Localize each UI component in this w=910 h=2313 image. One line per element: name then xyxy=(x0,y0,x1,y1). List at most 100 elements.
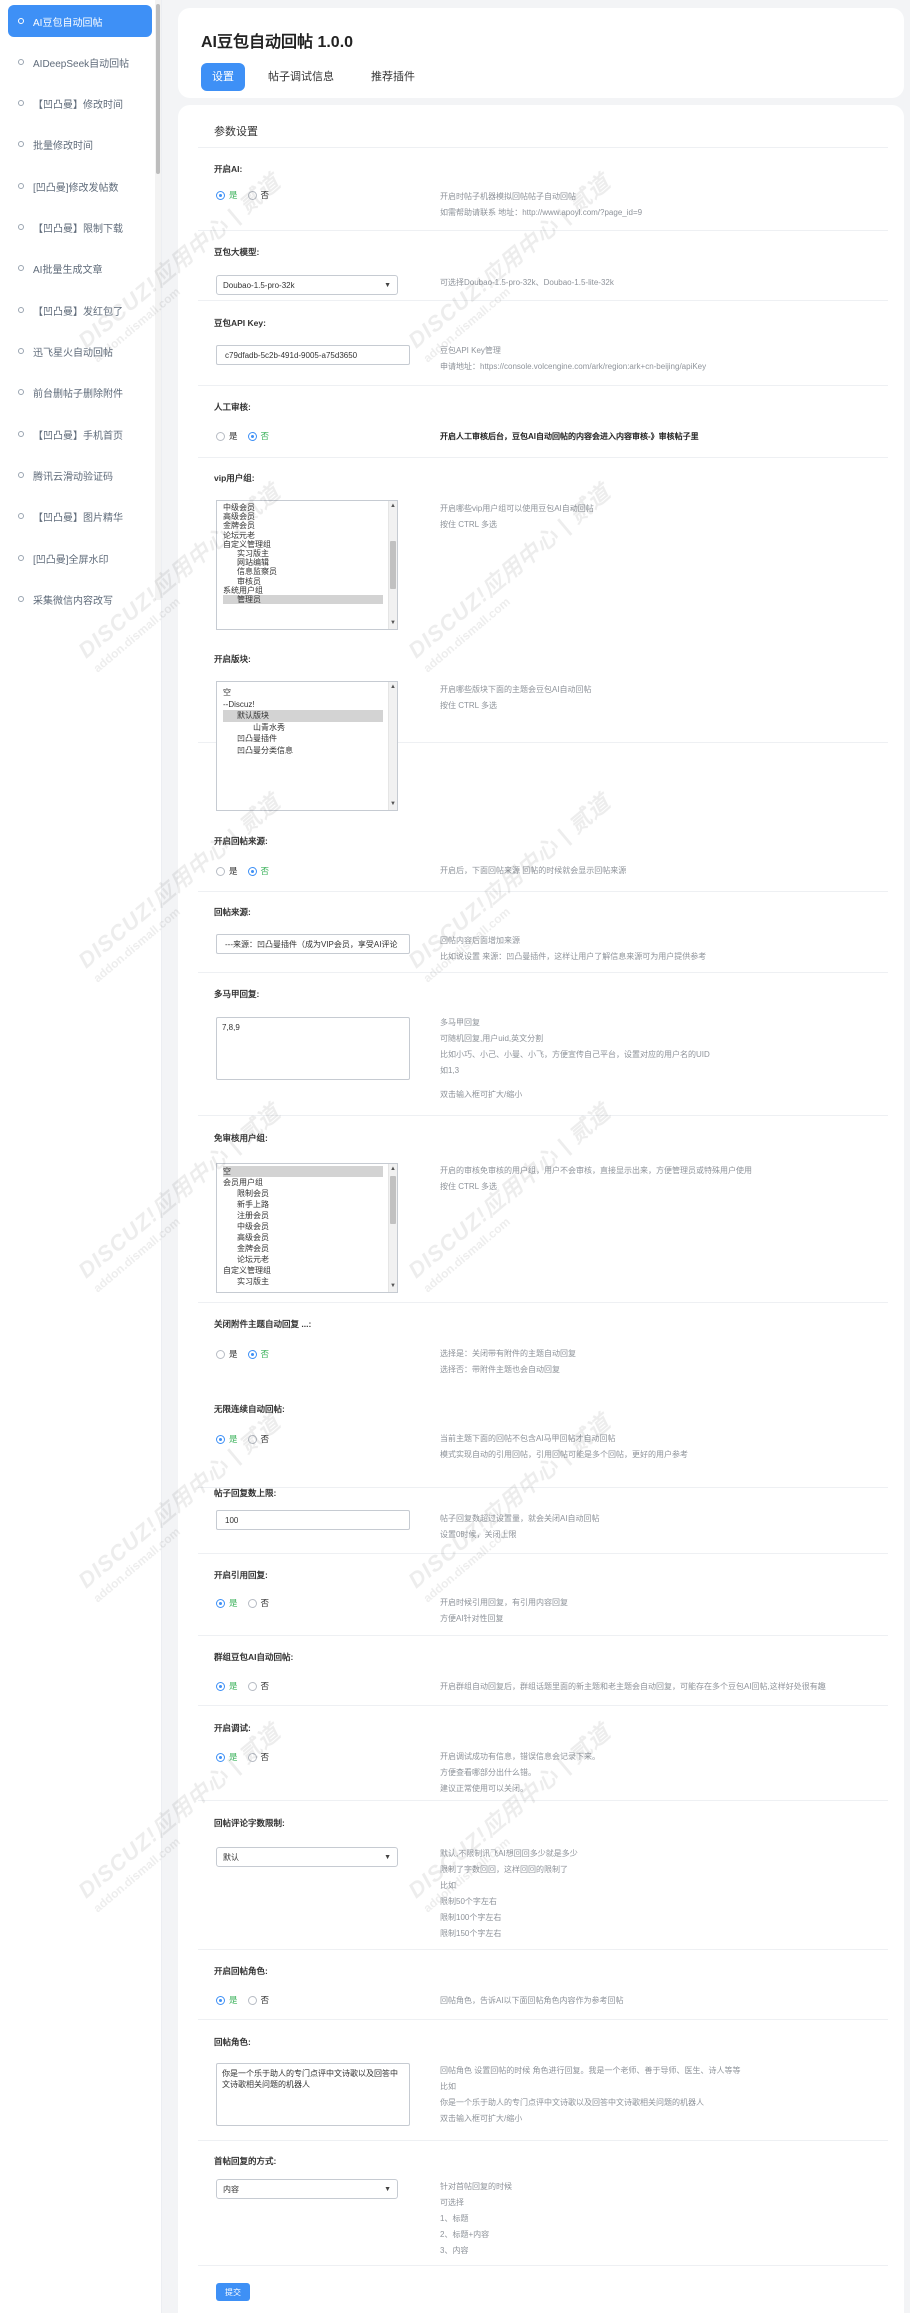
radio-unchecked-icon xyxy=(216,431,225,441)
desc-line: 开启时帖子机器模拟回帖帖子自动回帖 xyxy=(440,192,576,201)
reply-source-input[interactable]: ---来源：凹凸曼插件（成为VIP会员，享受AI评论 xyxy=(216,934,410,954)
listbox-option[interactable]: 自定义管理组 xyxy=(223,540,383,549)
forums-listbox[interactable]: 空 --Discuz! 默认版块 山青水秀 凹凸曼插件 凹凸曼分类信息 ▲ ▼ xyxy=(216,681,398,811)
desc-line: 按住 CTRL 多选 xyxy=(440,701,498,710)
listbox-scrollbar[interactable]: ▲ ▼ xyxy=(388,501,397,629)
manual-review-no[interactable]: 否 xyxy=(247,430,269,442)
listbox-option[interactable]: 审核员 xyxy=(223,577,383,586)
desc-line: 开启的审核免审核的用户组，用户不会审核，直接显示出来，方便管理员或特殊用户使用 xyxy=(440,1166,752,1175)
sidebar-item-watermark[interactable]: [凹凸曼]全屏水印 xyxy=(8,542,152,574)
model-select[interactable]: Doubao-1.5-pro-32k ▼ xyxy=(216,275,398,295)
sidebar-item-captcha[interactable]: 腾讯云滑动验证码 xyxy=(8,459,152,491)
arrow-up-icon[interactable]: ▲ xyxy=(390,1165,396,1174)
listbox-option[interactable]: 系统用户组 xyxy=(223,586,383,595)
listbox-option[interactable]: 论坛元老 xyxy=(223,531,383,540)
enable-ai-yes[interactable]: 是 xyxy=(216,189,238,201)
sidebar-item-wechat[interactable]: 采集微信内容改写 xyxy=(8,583,152,615)
role-toggle-yes[interactable]: 是 xyxy=(216,1994,238,2006)
sidebar-scrollbar[interactable] xyxy=(155,0,161,600)
listbox-option[interactable]: 山青水秀 xyxy=(223,722,383,734)
listbox-option[interactable]: 金牌会员 xyxy=(223,521,383,530)
listbox-option[interactable]: 自定义管理组 xyxy=(223,1265,383,1276)
radio-unchecked-icon xyxy=(247,1752,257,1762)
group-reply-yes[interactable]: 是 xyxy=(216,1680,238,1692)
continuous-reply-no[interactable]: 否 xyxy=(247,1433,269,1445)
sidebar-item-batch-time[interactable]: 批量修改时间 xyxy=(8,128,152,160)
reply-source-toggle-yes[interactable]: 是 xyxy=(216,865,238,877)
listbox-option[interactable]: 会员用户组 xyxy=(223,1177,383,1188)
api-key-input[interactable]: c79dfadb-5c2b-491d-9005-a75d3650 xyxy=(216,345,410,365)
max-replies-input[interactable]: 100 xyxy=(216,1510,410,1530)
arrow-down-icon[interactable]: ▼ xyxy=(390,619,396,628)
sidebar-item-xunfei[interactable]: 迅飞星火自动回帖 xyxy=(8,335,152,367)
listbox-option[interactable]: 凹凸曼分类信息 xyxy=(223,745,383,757)
sidebar-item-mobile-home[interactable]: 【凹凸曼】手机首页 xyxy=(8,418,152,450)
arrow-up-icon[interactable]: ▲ xyxy=(390,683,396,692)
word-limit-select[interactable]: 默认 ▼ xyxy=(216,1847,398,1867)
sidebar-scroll-thumb[interactable] xyxy=(156,4,160,174)
exempt-groups-listbox[interactable]: 空 会员用户组 限制会员 新手上路 注册会员 中级会员 高级会员 金牌会员 论坛… xyxy=(216,1163,398,1293)
listbox-option[interactable]: 中级会员 xyxy=(223,1221,383,1232)
sidebar-item-deepseek[interactable]: AIDeepSeek自动回帖 xyxy=(8,46,152,78)
listbox-option[interactable]: 高级会员 xyxy=(223,512,383,521)
radio-label: 是 xyxy=(229,1681,238,1691)
divider xyxy=(198,147,888,148)
listbox-option[interactable]: 中级会员 xyxy=(223,503,383,512)
listbox-option[interactable]: 空 xyxy=(223,1166,383,1177)
listbox-option[interactable]: 注册会员 xyxy=(223,1210,383,1221)
sidebar-item-ai-articles[interactable]: AI批量生成文章 xyxy=(8,252,152,284)
arrow-down-icon[interactable]: ▼ xyxy=(390,1282,396,1291)
vip-groups-listbox[interactable]: 中级会员 高级会员 金牌会员 论坛元老 自定义管理组 实习版主 网站编辑 信息监… xyxy=(216,500,398,630)
group-reply-no[interactable]: 否 xyxy=(247,1680,269,1692)
sidebar-item-image-digest[interactable]: 【凹凸曼】图片精华 xyxy=(8,500,152,532)
quote-reply-yes[interactable]: 是 xyxy=(216,1597,238,1609)
listbox-option[interactable]: 新手上路 xyxy=(223,1199,383,1210)
listbox-option[interactable]: 凹凸曼插件 xyxy=(223,733,383,745)
sidebar-item-post-count[interactable]: [凹凸曼]修改发帖数 xyxy=(8,170,152,202)
attach-topics-no[interactable]: 否 xyxy=(247,1348,269,1360)
listbox-option[interactable]: 实习版主 xyxy=(223,1276,383,1287)
circle-icon xyxy=(18,555,24,561)
reply-source-toggle-no[interactable]: 否 xyxy=(247,865,269,877)
sidebar-item-modify-time[interactable]: 【凹凸曼】修改时间 xyxy=(8,87,152,119)
listbox-option[interactable]: 论坛元老 xyxy=(223,1254,383,1265)
sidebar-item-limit-download[interactable]: 【凹凸曼】限制下载 xyxy=(8,211,152,243)
sidebar-item-ai-doubao[interactable]: AI豆包自动回帖 xyxy=(8,5,152,37)
arrow-up-icon[interactable]: ▲ xyxy=(390,502,396,511)
listbox-option[interactable]: 高级会员 xyxy=(223,1232,383,1243)
radio-checked-icon xyxy=(247,1349,257,1359)
role-textarea[interactable]: 你是一个乐于助人的专门点评中文诗歌以及回答中文诗歌相关问题的机器人 xyxy=(216,2063,410,2126)
listbox-option[interactable]: --Discuz! xyxy=(223,699,383,711)
debug-yes[interactable]: 是 xyxy=(216,1751,238,1763)
listbox-scrollbar[interactable]: ▲ ▼ xyxy=(388,1164,397,1292)
circle-icon xyxy=(18,472,24,478)
listbox-option[interactable]: 金牌会员 xyxy=(223,1243,383,1254)
quote-reply-no[interactable]: 否 xyxy=(247,1597,269,1609)
listbox-option[interactable]: 管理员 xyxy=(223,594,383,605)
tab-recommended[interactable]: 推荐插件 xyxy=(360,63,426,91)
debug-no[interactable]: 否 xyxy=(247,1751,269,1763)
continuous-reply-yes[interactable]: 是 xyxy=(216,1433,238,1445)
role-toggle-no[interactable]: 否 xyxy=(247,1994,269,2006)
listbox-option[interactable]: 空 xyxy=(223,687,383,699)
submit-button[interactable]: 提交 xyxy=(216,2283,250,2301)
listbox-option[interactable]: 网站编辑 xyxy=(223,558,383,567)
listbox-option[interactable]: 限制会员 xyxy=(223,1188,383,1199)
enable-ai-no[interactable]: 否 xyxy=(247,189,269,201)
listbox-option[interactable]: 默认版块 xyxy=(223,710,383,722)
sidebar-item-red-packet[interactable]: 【凹凸曼】发红包了 xyxy=(8,294,152,326)
scroll-thumb[interactable] xyxy=(390,541,396,589)
listbox-scrollbar[interactable]: ▲ ▼ xyxy=(388,682,397,810)
listbox-option[interactable]: 实习版主 xyxy=(223,549,383,558)
desc-line: 比如 xyxy=(440,1881,456,1890)
arrow-down-icon[interactable]: ▼ xyxy=(390,800,396,809)
manual-review-yes[interactable]: 是 xyxy=(216,430,238,442)
scroll-thumb[interactable] xyxy=(390,1176,396,1224)
listbox-option[interactable]: 信息监察员 xyxy=(223,567,383,576)
sidebar-item-delete-attach[interactable]: 前台删帖子删除附件 xyxy=(8,376,152,408)
tab-debug-info[interactable]: 帖子调试信息 xyxy=(257,63,345,91)
reply-mode-select[interactable]: 内容 ▼ xyxy=(216,2179,398,2199)
vest-textarea[interactable]: 7,8,9 xyxy=(216,1017,410,1080)
attach-topics-yes[interactable]: 是 xyxy=(216,1348,238,1360)
tab-settings[interactable]: 设置 xyxy=(201,63,245,91)
